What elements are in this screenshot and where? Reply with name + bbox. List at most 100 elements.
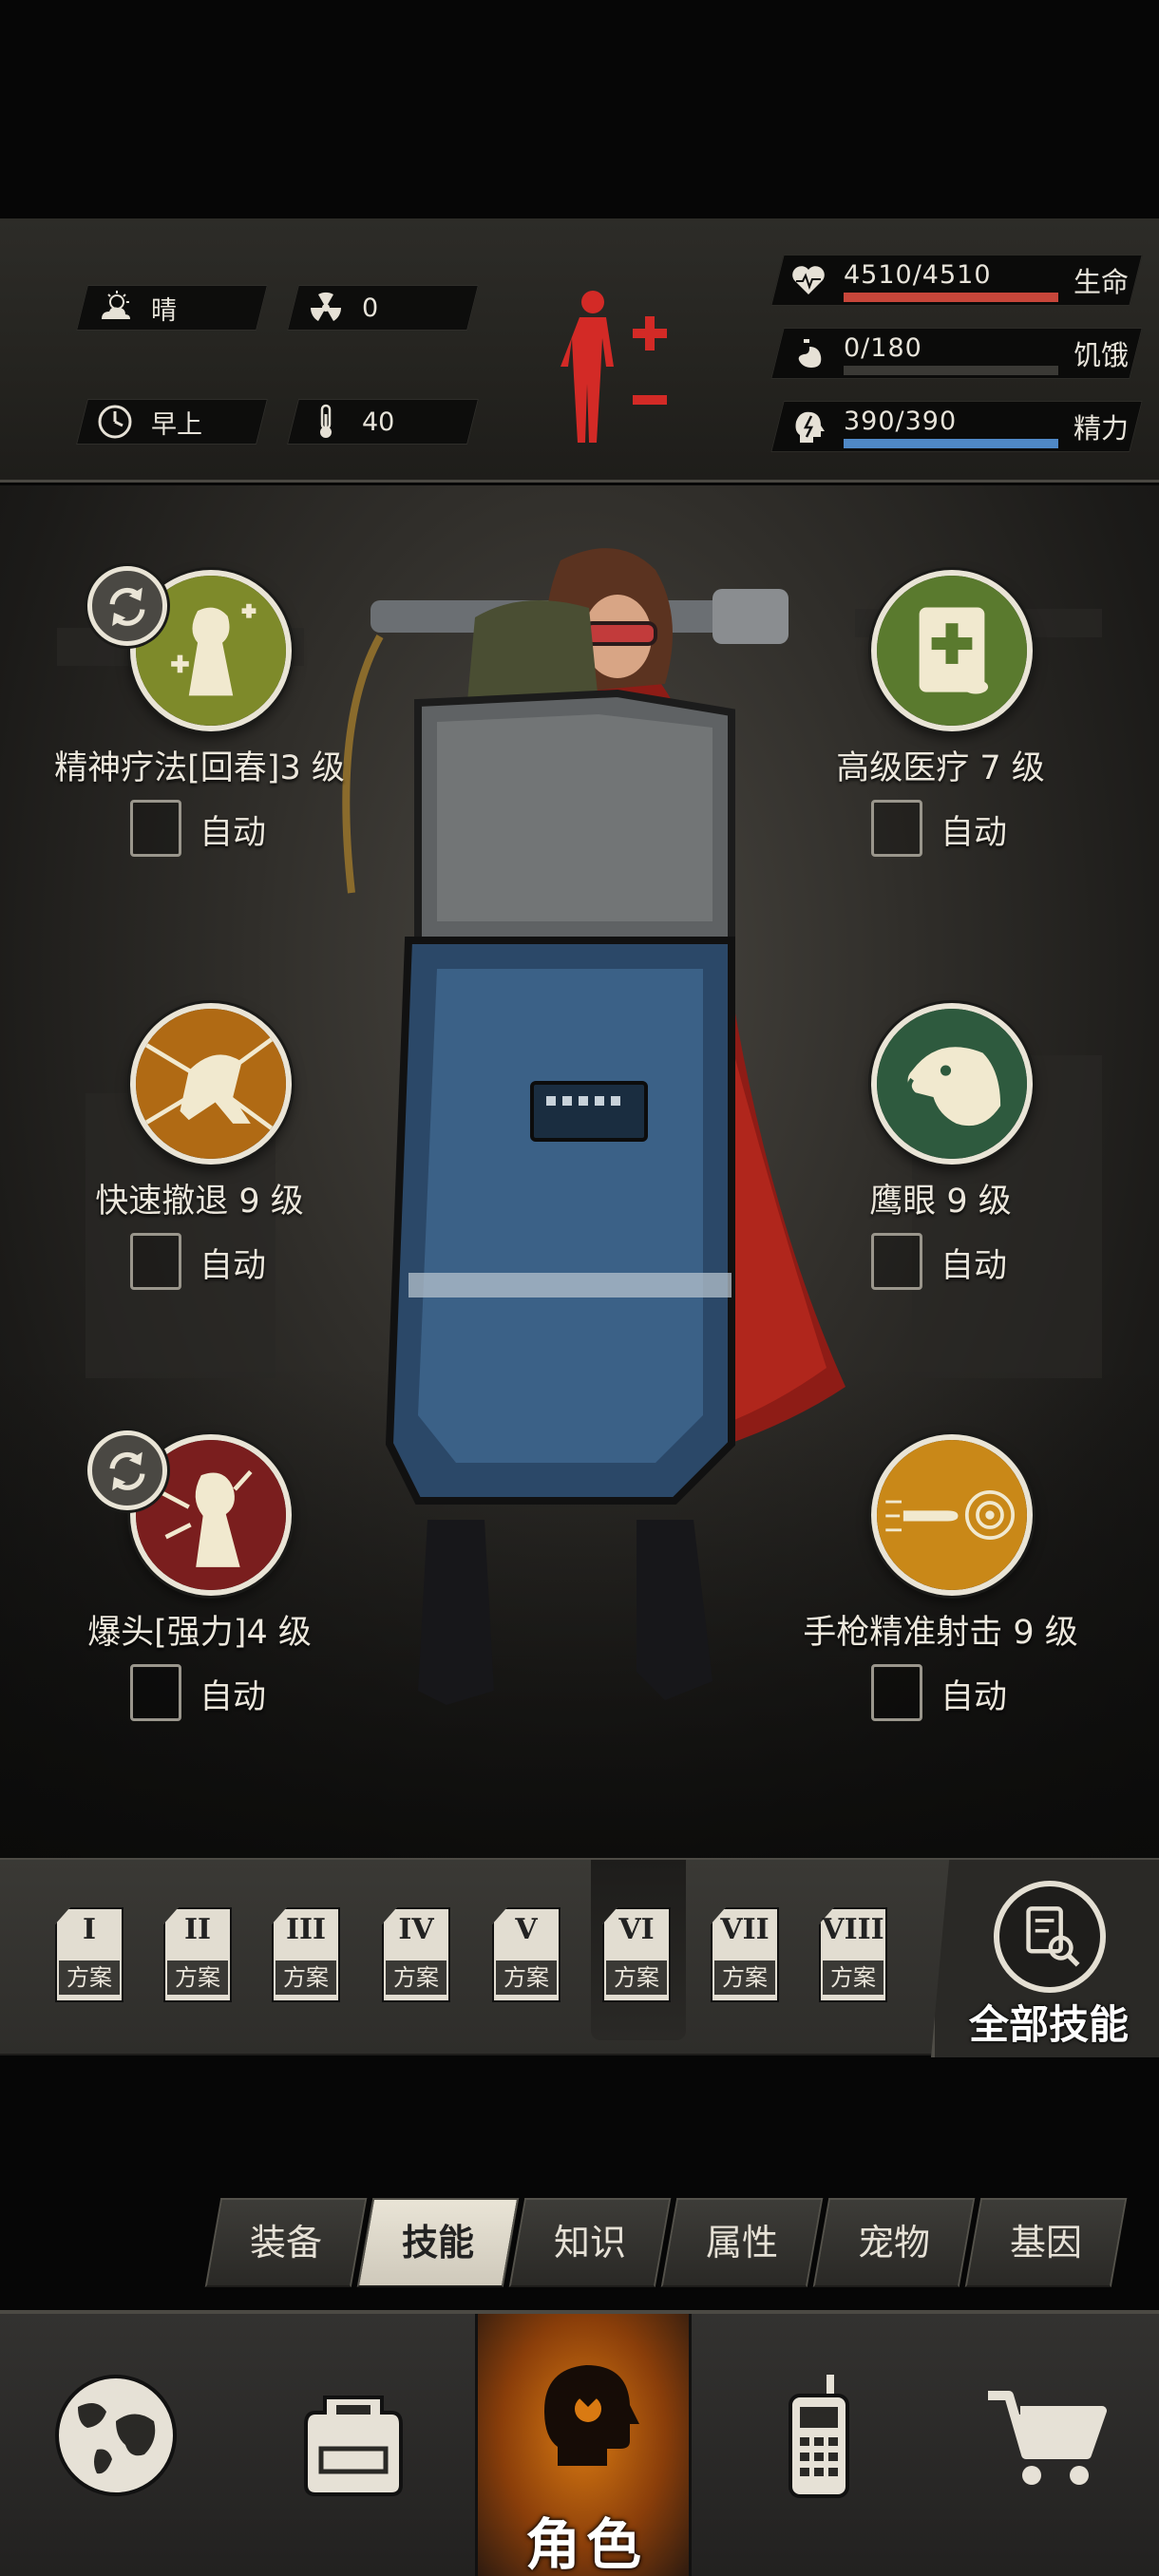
all-skills-button[interactable]: 全部技能 <box>931 1860 1159 2057</box>
pistol-precision-icon[interactable] <box>871 1434 1033 1596</box>
skill-card: 鹰眼 9 级自动 <box>779 965 1102 1316</box>
plan-button-8[interactable]: VIII 方案 <box>819 1907 887 2004</box>
auto-label: 自动 <box>200 1678 267 1716</box>
nav-shop-button[interactable] <box>931 2314 1159 2576</box>
eagle-eye-icon[interactable] <box>871 1003 1033 1165</box>
plan-numeral: V <box>515 1913 538 1946</box>
plan-button-7[interactable]: VII 方案 <box>711 1907 779 2004</box>
plan-numeral: VI <box>618 1913 655 1946</box>
quick-retreat-icon[interactable] <box>130 1003 292 1165</box>
radiation-value: 0 <box>362 293 379 323</box>
skill-search-icon <box>1026 1906 1080 1967</box>
plan-button-4[interactable]: IV 方案 <box>382 1907 450 2004</box>
plan-numeral: VII <box>720 1913 770 1946</box>
plan-button-2[interactable]: II 方案 <box>163 1907 232 2004</box>
auto-label: 自动 <box>200 1247 267 1285</box>
nav-character-label: 角色 <box>524 2512 647 2576</box>
vital-energy: 390/390 精力 <box>770 401 1143 452</box>
time-value: 早上 <box>151 409 202 440</box>
radio-icon <box>788 2375 849 2498</box>
character-icon <box>544 2365 639 2466</box>
hunger-value: 0/180 <box>844 333 922 363</box>
auto-label: 自动 <box>200 814 267 852</box>
plan-bar: I 方案 II 方案 III 方案 IV 方案 V 方案 VI 方案 VII 方案 VIII 方案 全部技能 <box>0 1858 1159 2057</box>
nav-radio-button[interactable] <box>703 2314 935 2576</box>
body-status-icon[interactable] <box>560 283 674 454</box>
radiation-chip[interactable]: 0 <box>287 285 479 331</box>
thermometer-icon <box>320 404 332 438</box>
skill-card: 快速撤退 9 级自动 <box>38 965 361 1316</box>
tab-3[interactable]: 知识 <box>508 2198 672 2287</box>
auto-label: 自动 <box>940 814 1008 852</box>
auto-checkbox[interactable] <box>130 1233 181 1290</box>
plan-numeral: VIII <box>822 1913 884 1946</box>
tab-6[interactable]: 基因 <box>964 2198 1128 2287</box>
skill-card: 精神疗法[回春]3 级自动 <box>38 532 361 883</box>
plan-caption: 方案 <box>59 1960 120 1995</box>
tab-5[interactable]: 宠物 <box>812 2198 976 2287</box>
tab-4[interactable]: 属性 <box>660 2198 824 2287</box>
plan-button-3[interactable]: III 方案 <box>272 1907 340 2004</box>
auto-checkbox[interactable] <box>130 800 181 857</box>
time-chip[interactable]: 早上 <box>76 399 268 445</box>
skill-card: 爆头[强力]4 级自动 <box>38 1396 361 1748</box>
tab-label: 宠物 <box>857 2222 930 2263</box>
nav-character-button[interactable]: 角色 <box>475 2314 692 2576</box>
auto-checkbox[interactable] <box>130 1664 181 1721</box>
weather-value: 晴 <box>151 295 177 326</box>
advanced-medical-icon[interactable] <box>871 570 1033 731</box>
plan-caption: 方案 <box>496 1960 557 1995</box>
plan-numeral: IV <box>398 1913 434 1946</box>
skill-label: 鹰眼 9 级 <box>869 1183 1012 1221</box>
auto-checkbox[interactable] <box>871 800 922 857</box>
plan-button-6[interactable]: VI 方案 <box>602 1907 671 2004</box>
all-skills-label: 全部技能 <box>968 2001 1129 2048</box>
radiation-icon <box>310 292 342 321</box>
vital-health: 4510/4510 生命 <box>770 255 1143 306</box>
status-panel: 晴 0 早上 40 4510/4510 生命 0/180 饥饿 390/390 … <box>0 218 1159 483</box>
health-value: 4510/4510 <box>844 260 992 290</box>
auto-checkbox[interactable] <box>871 1664 922 1721</box>
character-portrait <box>342 548 846 1705</box>
stomach-icon <box>798 339 822 368</box>
plan-caption: 方案 <box>167 1960 228 1995</box>
backpack-icon <box>304 2396 403 2496</box>
energy-head-icon <box>795 411 825 443</box>
clock-icon <box>98 405 132 439</box>
auto-checkbox[interactable] <box>871 1233 922 1290</box>
plan-button-1[interactable]: I 方案 <box>55 1907 124 2004</box>
plan-numeral: III <box>285 1913 327 1946</box>
temperature-value: 40 <box>362 407 395 437</box>
tab-1[interactable]: 装备 <box>204 2198 368 2287</box>
vital-hunger: 0/180 饥饿 <box>770 328 1143 379</box>
globe-icon <box>55 2375 177 2496</box>
nav-world-button[interactable] <box>0 2314 232 2576</box>
skill-label: 快速撤退 9 级 <box>95 1183 304 1221</box>
tab-label: 属性 <box>705 2222 778 2263</box>
cart-icon <box>988 2391 1107 2485</box>
tab-2[interactable]: 技能 <box>356 2198 520 2287</box>
tab-label: 基因 <box>1009 2222 1082 2263</box>
plan-numeral: I <box>82 1913 97 1946</box>
skill-label: 爆头[强力]4 级 <box>87 1614 312 1652</box>
weather-chip[interactable]: 晴 <box>76 285 268 331</box>
skill-card: 手枪精准射击 9 级自动 <box>779 1396 1102 1748</box>
swap-skill-icon[interactable] <box>87 566 167 646</box>
skill-label: 精神疗法[回春]3 级 <box>54 749 345 787</box>
energy-value: 390/390 <box>844 407 958 436</box>
plan-numeral: II <box>183 1913 212 1946</box>
bottom-nav: 角色 <box>0 2310 1159 2576</box>
swap-skill-icon[interactable] <box>87 1430 167 1510</box>
skill-card: 高级医疗 7 级自动 <box>779 532 1102 883</box>
hunger-bar <box>844 366 1058 375</box>
nav-backpack-button[interactable] <box>238 2314 469 2576</box>
health-label: 生命 <box>1073 266 1129 298</box>
skill-label: 高级医疗 7 级 <box>836 749 1045 787</box>
plan-caption: 方案 <box>276 1960 336 1995</box>
plan-caption: 方案 <box>823 1960 884 1995</box>
plan-caption: 方案 <box>386 1960 446 1995</box>
tab-label: 装备 <box>249 2222 322 2263</box>
plan-button-5[interactable]: V 方案 <box>492 1907 560 2004</box>
hunger-label: 饥饿 <box>1073 339 1129 371</box>
temperature-chip[interactable]: 40 <box>287 399 479 445</box>
